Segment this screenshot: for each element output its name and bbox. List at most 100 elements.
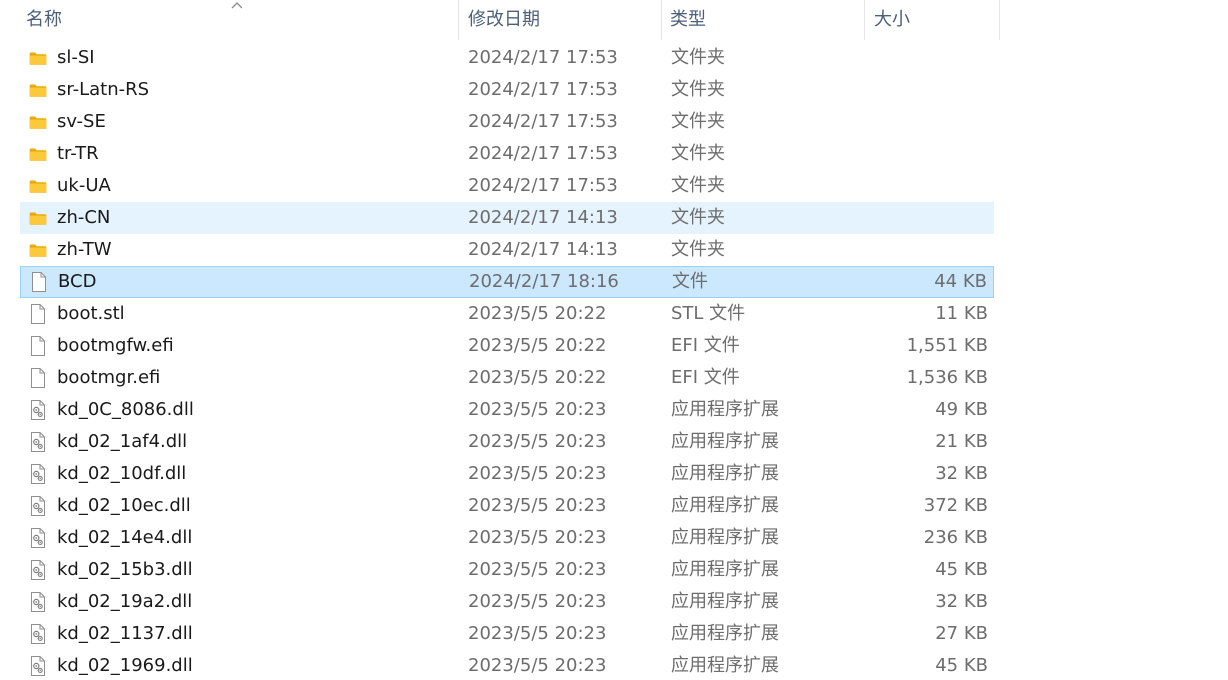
- item-size: 11 KB: [935, 303, 988, 324]
- dll-icon: [28, 490, 48, 522]
- file-icon: [28, 298, 48, 330]
- column-header-size[interactable]: 大小: [866, 0, 999, 40]
- folder-icon: [28, 170, 48, 202]
- item-name: kd_02_10df.dll: [57, 463, 187, 484]
- item-name: bootmgr.efi: [57, 367, 161, 388]
- item-type: 文件夹: [671, 79, 725, 100]
- item-name: kd_02_19a2.dll: [57, 591, 193, 612]
- item-name: kd_02_1137.dll: [57, 623, 193, 644]
- column-divider[interactable]: [999, 0, 1000, 40]
- column-divider[interactable]: [864, 0, 865, 40]
- file-icon: [29, 266, 49, 298]
- item-name: kd_02_14e4.dll: [57, 527, 193, 548]
- item-name: sv-SE: [57, 111, 106, 132]
- item-type: 应用程序扩展: [671, 399, 779, 420]
- folder-icon: [28, 74, 48, 106]
- dll-icon: [28, 426, 48, 458]
- item-type: 应用程序扩展: [671, 431, 779, 452]
- folder-icon: [28, 138, 48, 170]
- column-header-bar: 名称 修改日期 类型 大小: [0, 0, 1000, 40]
- item-date-modified: 2024/2/17 17:53: [468, 47, 618, 68]
- folder-row[interactable]: tr-TR 2024/2/17 17:53 文件夹: [20, 138, 994, 170]
- folder-row[interactable]: sr-Latn-RS 2024/2/17 17:53 文件夹: [20, 74, 994, 106]
- folder-row[interactable]: zh-TW 2024/2/17 14:13 文件夹: [20, 234, 994, 266]
- item-date-modified: 2024/2/17 17:53: [468, 143, 618, 164]
- file-row[interactable]: kd_02_1137.dll 2023/5/5 20:23 应用程序扩展 27 KB: [20, 618, 994, 650]
- item-type: 文件夹: [671, 207, 725, 228]
- item-name: kd_02_15b3.dll: [57, 559, 193, 580]
- item-type: 文件夹: [671, 111, 725, 132]
- item-date-modified: 2023/5/5 20:23: [468, 623, 607, 644]
- file-row[interactable]: kd_02_19a2.dll 2023/5/5 20:23 应用程序扩展 32 KB: [20, 586, 994, 618]
- file-row[interactable]: kd_02_10df.dll 2023/5/5 20:23 应用程序扩展 32 KB: [20, 458, 994, 490]
- column-divider[interactable]: [458, 0, 459, 40]
- item-size: 44 KB: [934, 271, 987, 292]
- dll-icon: [28, 650, 48, 680]
- item-date-modified: 2024/2/17 14:13: [468, 239, 618, 260]
- item-name: kd_02_10ec.dll: [57, 495, 191, 516]
- item-name: uk-UA: [57, 175, 111, 196]
- item-date-modified: 2023/5/5 20:23: [468, 431, 607, 452]
- folder-row[interactable]: sv-SE 2024/2/17 17:53 文件夹: [20, 106, 994, 138]
- file-icon: [28, 362, 48, 394]
- item-date-modified: 2023/5/5 20:23: [468, 495, 607, 516]
- item-date-modified: 2024/2/17 17:53: [468, 175, 618, 196]
- dll-icon: [28, 522, 48, 554]
- item-name: kd_02_1969.dll: [57, 655, 193, 676]
- folder-icon: [28, 106, 48, 138]
- column-header-name[interactable]: 名称: [18, 0, 458, 40]
- item-size: 27 KB: [935, 623, 988, 644]
- column-header-date-modified[interactable]: 修改日期: [460, 0, 660, 40]
- file-row[interactable]: bootmgfw.efi 2023/5/5 20:22 EFI 文件 1,551 KB: [20, 330, 994, 362]
- column-header-type[interactable]: 类型: [662, 0, 864, 40]
- item-size: 1,536 KB: [906, 367, 988, 388]
- item-type: 应用程序扩展: [671, 527, 779, 548]
- item-type: 文件: [672, 271, 708, 292]
- item-name: kd_02_1af4.dll: [57, 431, 188, 452]
- item-size: 49 KB: [935, 399, 988, 420]
- file-row[interactable]: kd_0C_8086.dll 2023/5/5 20:23 应用程序扩展 49 KB: [20, 394, 994, 426]
- dll-icon: [28, 586, 48, 618]
- item-size: 32 KB: [935, 463, 988, 484]
- item-type: STL 文件: [671, 303, 746, 324]
- item-date-modified: 2023/5/5 20:23: [468, 559, 607, 580]
- folder-row[interactable]: uk-UA 2024/2/17 17:53 文件夹: [20, 170, 994, 202]
- folder-row[interactable]: zh-CN 2024/2/17 14:13 文件夹: [20, 202, 994, 234]
- file-row[interactable]: boot.stl 2023/5/5 20:22 STL 文件 11 KB: [20, 298, 994, 330]
- item-name: bootmgfw.efi: [57, 335, 174, 356]
- item-type: 文件夹: [671, 47, 725, 68]
- file-row[interactable]: kd_02_10ec.dll 2023/5/5 20:23 应用程序扩展 372 KB: [20, 490, 994, 522]
- file-row[interactable]: kd_02_1af4.dll 2023/5/5 20:23 应用程序扩展 21 KB: [20, 426, 994, 458]
- file-row[interactable]: kd_02_14e4.dll 2023/5/5 20:23 应用程序扩展 236 KB: [20, 522, 994, 554]
- file-icon: [28, 330, 48, 362]
- item-name: sl-SI: [57, 47, 95, 68]
- folder-row[interactable]: sl-SI 2024/2/17 17:53 文件夹: [20, 42, 994, 74]
- file-row[interactable]: bootmgr.efi 2023/5/5 20:22 EFI 文件 1,536 KB: [20, 362, 994, 394]
- item-name: zh-TW: [57, 239, 112, 260]
- dll-icon: [28, 394, 48, 426]
- folder-icon: [28, 42, 48, 74]
- dll-icon: [28, 618, 48, 650]
- item-type: 文件夹: [671, 239, 725, 260]
- item-type: 文件夹: [671, 143, 725, 164]
- dll-icon: [28, 458, 48, 490]
- item-type: 应用程序扩展: [671, 463, 779, 484]
- file-row[interactable]: kd_02_15b3.dll 2023/5/5 20:23 应用程序扩展 45 KB: [20, 554, 994, 586]
- item-name: zh-CN: [57, 207, 111, 228]
- item-date-modified: 2023/5/5 20:23: [468, 527, 607, 548]
- item-size: 45 KB: [935, 655, 988, 676]
- item-name: boot.stl: [57, 303, 125, 324]
- item-date-modified: 2023/5/5 20:22: [468, 367, 607, 388]
- item-size: 1,551 KB: [906, 335, 988, 356]
- item-type: EFI 文件: [671, 367, 740, 388]
- item-date-modified: 2023/5/5 20:22: [468, 303, 607, 324]
- item-type: 应用程序扩展: [671, 559, 779, 580]
- folder-icon: [28, 202, 48, 234]
- item-date-modified: 2024/2/17 17:53: [468, 79, 618, 100]
- item-type: 文件夹: [671, 175, 725, 196]
- item-date-modified: 2024/2/17 14:13: [468, 207, 618, 228]
- file-row[interactable]: kd_02_1969.dll 2023/5/5 20:23 应用程序扩展 45 KB: [20, 650, 994, 680]
- file-row[interactable]: BCD 2024/2/17 18:16 文件 44 KB: [20, 266, 994, 298]
- item-name: kd_0C_8086.dll: [57, 399, 194, 420]
- item-date-modified: 2023/5/5 20:23: [468, 655, 607, 676]
